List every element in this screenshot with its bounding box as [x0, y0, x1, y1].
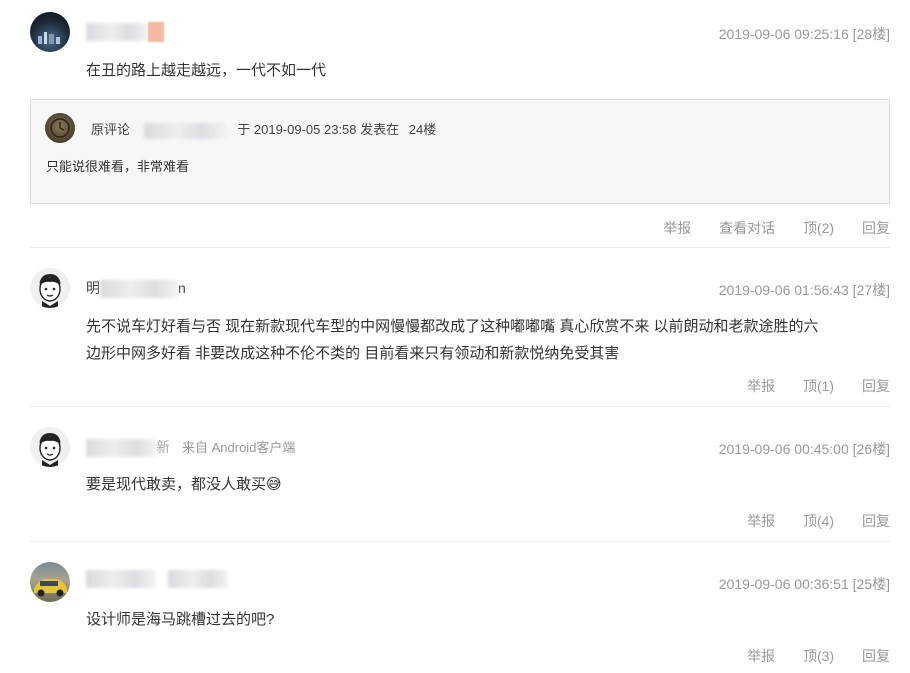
user-avatar[interactable]: [30, 562, 70, 602]
divider: [30, 541, 890, 542]
comment-floor-25: 2019-09-06 00:36:51 [25楼] 设计师是海马跳槽过去的吧? …: [30, 562, 890, 670]
floor-number: [26楼]: [852, 441, 890, 457]
comment-meta: 2019-09-06 01:56:43 [27楼]: [719, 280, 890, 300]
comment-text: 要是现代敢卖，都没人敢买😅: [86, 471, 890, 498]
quote-floor[interactable]: 24楼: [409, 122, 436, 137]
floor-number: [25楼]: [852, 576, 890, 592]
username-visible-prefix: 明: [86, 280, 100, 296]
comment-time: 2019-09-06 01:56:43: [718, 282, 849, 298]
reply-button[interactable]: 回复: [862, 513, 890, 529]
divider: [30, 247, 890, 248]
upvote-button[interactable]: 顶(4): [803, 513, 834, 529]
username-blurred[interactable]: 新来自 Android客户端: [86, 437, 296, 458]
comment-meta: 2019-09-06 00:36:51 [25楼]: [719, 574, 890, 594]
quote-label: 原评论: [91, 122, 131, 137]
comment-text: 先不说车灯好看与否 现在新款现代车型的中网慢慢都改成了这种嘟嘟嘴 真心欣赏不来 …: [86, 313, 890, 367]
quoted-comment: 原评论 于 2019-09-05 23:58 发表在 24楼 只能说很难看，非常…: [30, 99, 890, 204]
car-icon: [34, 579, 67, 597]
comment-time: 2019-09-06 00:45:00: [718, 441, 849, 457]
view-conversation-button[interactable]: 查看对话: [719, 220, 775, 236]
comment-meta: 2019-09-06 00:45:00 [26楼]: [719, 439, 890, 459]
report-button[interactable]: 举报: [747, 648, 775, 664]
reply-button[interactable]: 回复: [862, 378, 890, 394]
comment-time: 2019-09-06 09:25:16: [718, 26, 849, 42]
comment-text: 设计师是海马跳槽过去的吧?: [86, 611, 275, 628]
comment-actions: 举报 顶(1) 回复: [723, 376, 890, 396]
comment-text-line-1: 先不说车灯好看与否 现在新款现代车型的中网慢慢都改成了这种嘟嘟嘴 真心欣赏不来 …: [86, 318, 819, 335]
clock-icon: [50, 118, 70, 138]
username-blurred[interactable]: [86, 570, 228, 589]
reply-button[interactable]: 回复: [862, 648, 890, 664]
comment-meta: 2019-09-06 09:25:16 [28楼]: [719, 24, 890, 44]
floor-number: [28楼]: [852, 26, 890, 42]
username-visible-suffix: n: [178, 280, 186, 296]
floor-number: [27楼]: [852, 282, 890, 298]
comment-actions: 举报 顶(4) 回复: [723, 511, 890, 531]
report-button[interactable]: 举报: [747, 378, 775, 394]
username-blurred[interactable]: [86, 22, 164, 42]
cartoon-face-icon: [39, 433, 61, 467]
upvote-button[interactable]: 顶(2): [803, 220, 834, 236]
quote-avatar[interactable]: [45, 113, 75, 143]
divider: [30, 406, 890, 407]
client-source: 来自 Android客户端: [182, 440, 296, 455]
quote-text: 只能说很难看，非常难看: [46, 159, 190, 174]
user-avatar[interactable]: [30, 268, 70, 308]
comment-floor-27: 明n 2019-09-06 01:56:43 [27楼] 先不说车灯好看与否 现…: [30, 268, 890, 398]
quote-header: 原评论 于 2019-09-05 23:58 发表在 24楼: [91, 119, 436, 139]
comment-text: 在丑的路上越走越远，一代不如一代: [86, 62, 327, 79]
report-button[interactable]: 举报: [663, 220, 691, 236]
reply-button[interactable]: 回复: [862, 220, 890, 236]
user-avatar[interactable]: [30, 427, 70, 467]
city-night-icon: [38, 32, 60, 44]
upvote-button[interactable]: 顶(3): [803, 648, 834, 664]
cartoon-face-icon: [39, 274, 61, 308]
comment-text-body: 要是现代敢卖，都没人敢买: [86, 476, 267, 493]
comment-floor-26: 新来自 Android客户端 2019-09-06 00:45:00 [26楼]…: [30, 427, 890, 537]
sweat-smile-emoji-icon: 😅: [266, 476, 282, 493]
comment-text-line-2: 边形中网多好看 非要改成这种不伦不类的 目前看来只有领动和新款悦纳免受其害: [86, 345, 620, 362]
username-blurred[interactable]: 明n: [86, 278, 186, 299]
quote-time: 于 2019-09-05 23:58 发表在: [237, 122, 400, 137]
comment-time: 2019-09-06 00:36:51: [718, 576, 849, 592]
quote-username-blurred[interactable]: [143, 122, 226, 139]
report-button[interactable]: 举报: [747, 513, 775, 529]
upvote-button[interactable]: 顶(1): [803, 378, 834, 394]
user-avatar[interactable]: [30, 12, 70, 52]
comment-actions: 举报 查看对话 顶(2) 回复: [639, 218, 890, 238]
username-visible-suffix: 新: [156, 439, 170, 455]
comment-actions: 举报 顶(3) 回复: [723, 646, 890, 666]
